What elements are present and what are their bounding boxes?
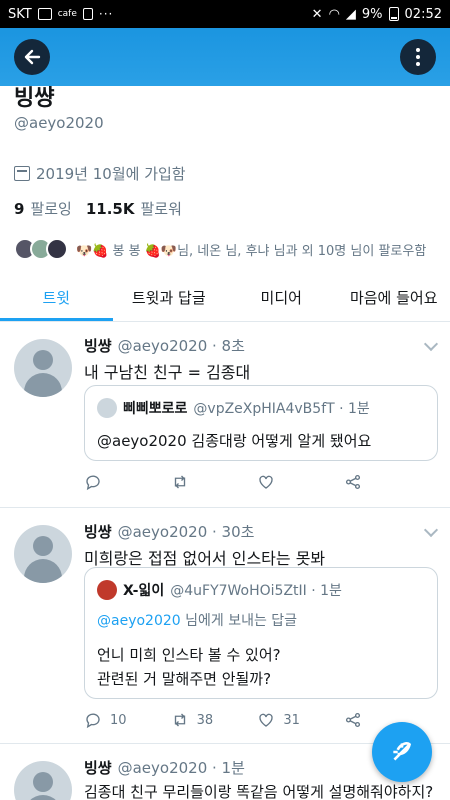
- reply-icon: [86, 475, 100, 491]
- heart-icon: [259, 475, 273, 489]
- avatar[interactable]: [14, 339, 72, 397]
- kebab-menu-icon: [416, 48, 420, 66]
- quoted-tweet[interactable]: X-읿이 @4uFY7WoHOi5ZtII · 1분 @aeyo2020 님에게…: [84, 567, 438, 699]
- replying-to: @aeyo2020 님에게 보내는 답글: [97, 610, 297, 630]
- retweet-button[interactable]: 38: [171, 711, 214, 729]
- retweet-icon: [174, 713, 185, 727]
- profile-name: 빙썅: [14, 86, 55, 111]
- heart-icon: [259, 713, 273, 727]
- quoted-avatar: [97, 580, 117, 600]
- wifi-icon: ◠: [328, 6, 340, 22]
- compose-tweet-button[interactable]: [372, 722, 432, 782]
- battery-percent: 9%: [361, 6, 383, 22]
- tweet-item[interactable]: 빙썅 @aeyo2020 · 8초 내 구남친 친구 = 김종대 삐삐뽀로로 @v…: [0, 323, 450, 508]
- tweet-header: 빙썅 @aeyo2020 · 8초: [84, 335, 245, 356]
- retweet-count: 38: [196, 712, 214, 728]
- back-arrow-icon: [24, 49, 41, 65]
- tab-tweets-and-replies[interactable]: 트윗과 답글: [113, 276, 226, 321]
- chevron-down-icon[interactable]: [423, 522, 439, 538]
- more-notifications-icon: ···: [98, 7, 114, 21]
- share-button[interactable]: [344, 711, 384, 729]
- tweet-author: 빙썅: [84, 759, 112, 777]
- carrier-label: SKT: [8, 6, 32, 22]
- tweet-actions: [84, 473, 384, 491]
- share-button[interactable]: [344, 473, 384, 491]
- avatar[interactable]: [14, 761, 72, 800]
- tweet-header: 빙썅 @aeyo2020 · 1분: [84, 757, 245, 778]
- quoted-meta: @4uFY7WoHOi5ZtII · 1분: [170, 583, 342, 599]
- tweet-meta: @aeyo2020 · 8초: [117, 337, 245, 355]
- reply-button[interactable]: [84, 473, 124, 491]
- tweet-header: 빙썅 @aeyo2020 · 30초: [84, 521, 254, 542]
- tweet-author: 빙썅: [84, 337, 112, 355]
- reply-icon: [86, 713, 100, 729]
- reply-handle-link[interactable]: @aeyo2020: [97, 613, 181, 629]
- signal-icon: ◢: [345, 6, 356, 22]
- alert-icon: [82, 8, 93, 20]
- followers-label: 팔로워: [140, 200, 182, 218]
- tweet-meta: @aeyo2020 · 1분: [117, 759, 245, 777]
- tab-media[interactable]: 미디어: [225, 276, 338, 321]
- known-followers[interactable]: 🐶🍓 봉 봉 🍓🐶님, 네온 님, 후냐 님과 외 10명 님이 팔로우함: [14, 238, 426, 260]
- known-followers-text: 🐶🍓 봉 봉 🍓🐶님, 네온 님, 후냐 님과 외 10명 님이 팔로우함: [76, 243, 427, 259]
- quoted-text-line1: 언니 미희 인스타 볼 수 있어?: [97, 646, 281, 664]
- more-options-button[interactable]: [400, 39, 436, 75]
- followers-link[interactable]: 11.5K 팔로워: [86, 198, 182, 219]
- profile-handle: @aeyo2020: [14, 114, 104, 132]
- status-bar: SKT cafe ··· ✕ ◠ ◢ 9% 02:52: [0, 0, 450, 28]
- quoted-text: @aeyo2020 김종대랑 어떻게 알게 됐어요: [97, 432, 372, 450]
- mute-icon: ✕: [311, 6, 323, 22]
- quoted-avatar: [97, 398, 117, 418]
- battery-icon: [388, 7, 399, 21]
- join-date: 2019년 10월에 가입함: [14, 163, 186, 184]
- following-link[interactable]: 9 팔로잉: [14, 198, 72, 219]
- follow-stats: 9 팔로잉 11.5K 팔로워: [14, 198, 182, 219]
- following-label: 팔로잉: [30, 200, 72, 218]
- reply-count: 10: [110, 712, 127, 728]
- like-count: 31: [283, 712, 300, 728]
- quoted-author: 삐삐뽀로로: [123, 401, 188, 417]
- tweet-text: 내 구남친 친구 = 김종대: [84, 363, 251, 382]
- quoted-tweet-header: 삐삐뽀로로 @vpZeXpHIA4vB5fT · 1분: [97, 398, 370, 418]
- tweet-meta: @aeyo2020 · 30초: [117, 523, 255, 541]
- like-button[interactable]: 31: [257, 711, 300, 729]
- quoted-meta: @vpZeXpHIA4vB5fT · 1분: [193, 401, 370, 417]
- tab-likes[interactable]: 마음에 들어요: [338, 276, 450, 321]
- tweet-author: 빙썅: [84, 523, 112, 541]
- gallery-icon: [37, 8, 52, 20]
- tab-tweets[interactable]: 트윗: [0, 276, 113, 321]
- back-button[interactable]: [14, 39, 50, 75]
- clock: 02:52: [404, 6, 442, 22]
- reply-button[interactable]: 10: [84, 711, 127, 729]
- followers-count: 11.5K: [85, 200, 135, 218]
- quoted-tweet-header: X-읿이 @4uFY7WoHOi5ZtII · 1분: [97, 580, 342, 600]
- tweet-actions: 10 38 31: [84, 711, 384, 729]
- share-icon: [345, 474, 361, 490]
- quoted-tweet[interactable]: 삐삐뽀로로 @vpZeXpHIA4vB5fT · 1분 @aeyo2020 김종…: [84, 385, 438, 461]
- profile-tabs: 트윗 트윗과 답글 미디어 마음에 들어요: [0, 276, 450, 322]
- cafe-notification-label: cafe: [57, 9, 77, 19]
- profile-header-banner: [0, 28, 450, 86]
- reply-suffix: 님에게 보내는 답글: [180, 613, 298, 629]
- chevron-down-icon[interactable]: [423, 336, 439, 352]
- tweet-item[interactable]: 빙썅 @aeyo2020 · 30초 미희랑은 접점 없어서 인스타는 못봐 X-…: [0, 509, 450, 744]
- following-count: 9: [14, 200, 25, 218]
- compose-feather-icon: [393, 742, 412, 761]
- join-date-label: 2019년 10월에 가입함: [36, 165, 186, 183]
- quoted-text-line2: 관련된 거 말해주면 안될까?: [97, 670, 272, 688]
- follower-avatars: [14, 238, 68, 260]
- calendar-icon: [14, 166, 30, 181]
- tweet-text: 김종대 친구 무리들이랑 똑같음 어떻게 설명해줘야하지?: [84, 783, 434, 800]
- tweet-text: 미희랑은 접점 없어서 인스타는 못봐: [84, 549, 326, 568]
- avatar[interactable]: [14, 525, 72, 583]
- quoted-author: X-읿이: [123, 583, 165, 599]
- retweet-icon: [174, 475, 185, 489]
- share-icon: [345, 712, 361, 728]
- like-button[interactable]: [257, 473, 297, 491]
- retweet-button[interactable]: [171, 473, 211, 491]
